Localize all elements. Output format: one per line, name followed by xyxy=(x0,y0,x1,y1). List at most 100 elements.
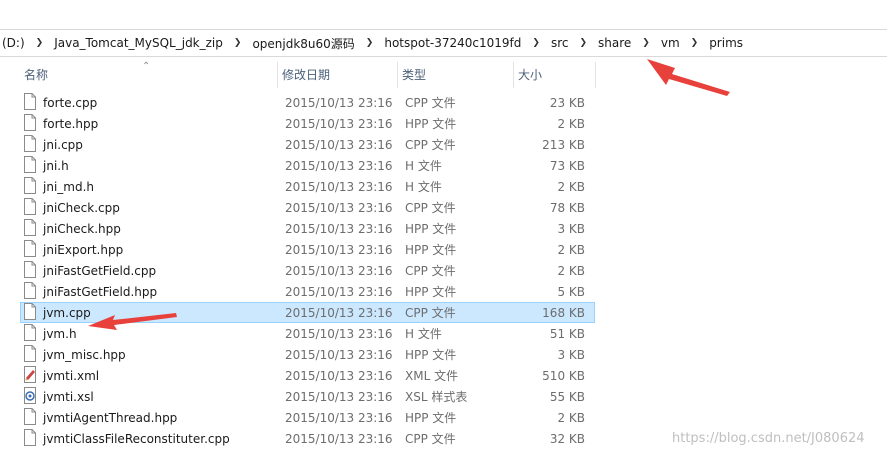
file-row[interactable]: jniCheck.cpp 2015/10/13 23:16 CPP 文件 78 KB xyxy=(20,197,595,218)
file-row[interactable]: jni.h 2015/10/13 23:16 H 文件 73 KB xyxy=(20,155,595,176)
file-type: H 文件 xyxy=(405,180,442,194)
file-date: 2015/10/13 23:16 xyxy=(285,116,393,131)
file-name-cell: jniFastGetField.hpp xyxy=(21,281,279,302)
file-row[interactable]: jniFastGetField.cpp 2015/10/13 23:16 CPP 文… xyxy=(20,260,595,281)
file-row[interactable]: forte.hpp 2015/10/13 23:16 HPP 文件 2 KB xyxy=(20,113,595,134)
column-name-label: 名称 xyxy=(24,68,49,82)
file-name-cell: jvm.cpp xyxy=(21,302,279,323)
file-row[interactable]: jvmti.xsl 2015/10/13 23:16 XSL 样式表 55 KB xyxy=(20,386,595,407)
annotation-arrow-icon xyxy=(647,59,730,96)
file-type: HPP 文件 xyxy=(405,117,457,131)
file-name: jvm.cpp xyxy=(43,305,91,320)
file-name-cell: forte.cpp xyxy=(21,92,279,113)
file-row[interactable]: jniExport.hpp 2015/10/13 23:16 HPP 文件 2 KB xyxy=(20,239,595,260)
column-size-label: 大小 xyxy=(518,68,543,82)
file-icon xyxy=(23,344,37,365)
file-icon xyxy=(23,134,37,155)
file-date: 2015/10/13 23:16 xyxy=(285,263,393,278)
file-icon xyxy=(23,239,37,260)
breadcrumb-openjdk[interactable]: openjdk8u60源码 xyxy=(248,31,358,55)
file-row[interactable]: jvmti.xml 2015/10/13 23:16 XML 文件 510 KB xyxy=(20,365,595,386)
file-type: H 文件 xyxy=(405,159,442,173)
file-name-cell: jvmtiAgentThread.hpp xyxy=(21,407,279,428)
file-size: 3 KB xyxy=(557,347,585,362)
file-size: 510 KB xyxy=(542,368,585,383)
file-row[interactable]: jvmtiAgentThread.hpp 2015/10/13 23:16 HPP … xyxy=(20,407,595,428)
breadcrumb-src[interactable]: src xyxy=(547,31,573,55)
file-icon xyxy=(23,407,37,428)
file-size: 2 KB xyxy=(557,242,585,257)
file-size: 2 KB xyxy=(557,263,585,278)
file-row[interactable]: jvm.cpp 2015/10/13 23:16 CPP 文件 168 KB xyxy=(20,302,595,323)
chevron-right-icon[interactable]: ❯ xyxy=(684,38,706,48)
file-row[interactable]: forte.cpp 2015/10/13 23:16 CPP 文件 23 KB xyxy=(20,92,595,113)
breadcrumb-hotspot[interactable]: hotspot-37240c1019fd xyxy=(380,31,525,55)
breadcrumb-prims[interactable]: prims xyxy=(705,31,747,55)
address-bar[interactable]: (D:) ❯ Java_Tomcat_MySQL_jdk_zip ❯ openj… xyxy=(0,29,887,57)
chevron-right-icon[interactable]: ❯ xyxy=(29,38,51,48)
file-row[interactable]: jniFastGetField.hpp 2015/10/13 23:16 HPP 文… xyxy=(20,281,595,302)
file-name-cell: forte.hpp xyxy=(21,113,279,134)
file-name: jniFastGetField.cpp xyxy=(43,263,157,278)
file-date: 2015/10/13 23:16 xyxy=(285,179,393,194)
breadcrumb-drive[interactable]: (D:) xyxy=(0,31,29,55)
column-header-type[interactable]: 类型 xyxy=(398,62,514,88)
file-list: forte.cpp 2015/10/13 23:16 CPP 文件 23 KB fort… xyxy=(20,92,595,449)
chevron-right-icon[interactable]: ❯ xyxy=(359,38,381,48)
file-name: jvmtiClassFileReconstituter.cpp xyxy=(43,431,230,446)
file-row[interactable]: jvm_misc.hpp 2015/10/13 23:16 HPP 文件 3 KB xyxy=(20,344,595,365)
file-size: 73 KB xyxy=(549,158,585,173)
file-name: jni.cpp xyxy=(43,137,83,152)
file-row[interactable]: jni.cpp 2015/10/13 23:16 CPP 文件 213 KB xyxy=(20,134,595,155)
chevron-right-icon[interactable]: ❯ xyxy=(525,38,547,48)
file-type: HPP 文件 xyxy=(405,243,457,257)
file-date: 2015/10/13 23:16 xyxy=(285,347,393,362)
column-header-date[interactable]: 修改日期 xyxy=(278,62,398,88)
file-name: jniExport.hpp xyxy=(43,242,124,257)
watermark-text: https://blog.csdn.net/J080624 xyxy=(672,431,865,446)
file-type: CPP 文件 xyxy=(405,201,456,215)
file-row[interactable]: jvm.h 2015/10/13 23:16 H 文件 51 KB xyxy=(20,323,595,344)
chevron-right-icon[interactable]: ❯ xyxy=(227,38,249,48)
file-size: 55 KB xyxy=(549,389,585,404)
file-type: XSL 样式表 xyxy=(405,390,468,404)
file-name: jvmtiAgentThread.hpp xyxy=(43,410,178,425)
column-header-size[interactable]: 大小 xyxy=(514,62,596,88)
file-name: jvmti.xsl xyxy=(43,389,94,404)
file-icon xyxy=(23,302,37,323)
file-size: 23 KB xyxy=(549,95,585,110)
file-type: CPP 文件 xyxy=(405,264,456,278)
file-type: H 文件 xyxy=(405,327,442,341)
sort-ascending-icon: ⌃ xyxy=(142,61,151,72)
column-header-name[interactable]: 名称 ⌃ xyxy=(20,61,278,88)
file-name: jvmti.xml xyxy=(43,368,100,383)
breadcrumb-vm[interactable]: vm xyxy=(657,31,684,55)
file-date: 2015/10/13 23:16 xyxy=(285,368,393,383)
breadcrumb-java-tomcat[interactable]: Java_Tomcat_MySQL_jdk_zip xyxy=(50,31,227,55)
file-type: CPP 文件 xyxy=(405,138,456,152)
file-date: 2015/10/13 23:16 xyxy=(285,389,393,404)
file-name-cell: jvmtiClassFileReconstituter.cpp xyxy=(21,428,279,449)
file-name: jni.h xyxy=(43,158,69,173)
file-size: 168 KB xyxy=(542,305,585,320)
chevron-right-icon[interactable]: ❯ xyxy=(635,38,657,48)
file-name-cell: jvm.h xyxy=(21,323,279,344)
file-name: jvm_misc.hpp xyxy=(43,347,126,362)
file-name-cell: jniCheck.hpp xyxy=(21,218,279,239)
file-size: 2 KB xyxy=(557,179,585,194)
file-name: jvm.h xyxy=(43,326,77,341)
file-date: 2015/10/13 23:16 xyxy=(285,242,393,257)
file-date: 2015/10/13 23:16 xyxy=(285,200,393,215)
chevron-right-icon[interactable]: ❯ xyxy=(572,38,594,48)
file-row[interactable]: jvmtiClassFileReconstituter.cpp 2015/10/1… xyxy=(20,428,595,449)
file-row[interactable]: jni_md.h 2015/10/13 23:16 H 文件 2 KB xyxy=(20,176,595,197)
file-name-cell: jniCheck.cpp xyxy=(21,197,279,218)
file-date: 2015/10/13 23:16 xyxy=(285,326,393,341)
file-size: 51 KB xyxy=(549,326,585,341)
file-row[interactable]: jniCheck.hpp 2015/10/13 23:16 HPP 文件 3 KB xyxy=(20,218,595,239)
breadcrumb-share[interactable]: share xyxy=(594,31,635,55)
column-header: 名称 ⌃ 修改日期 类型 大小 xyxy=(20,61,596,88)
file-type: CPP 文件 xyxy=(405,306,456,320)
file-size: 5 KB xyxy=(557,284,585,299)
file-icon xyxy=(23,155,37,176)
